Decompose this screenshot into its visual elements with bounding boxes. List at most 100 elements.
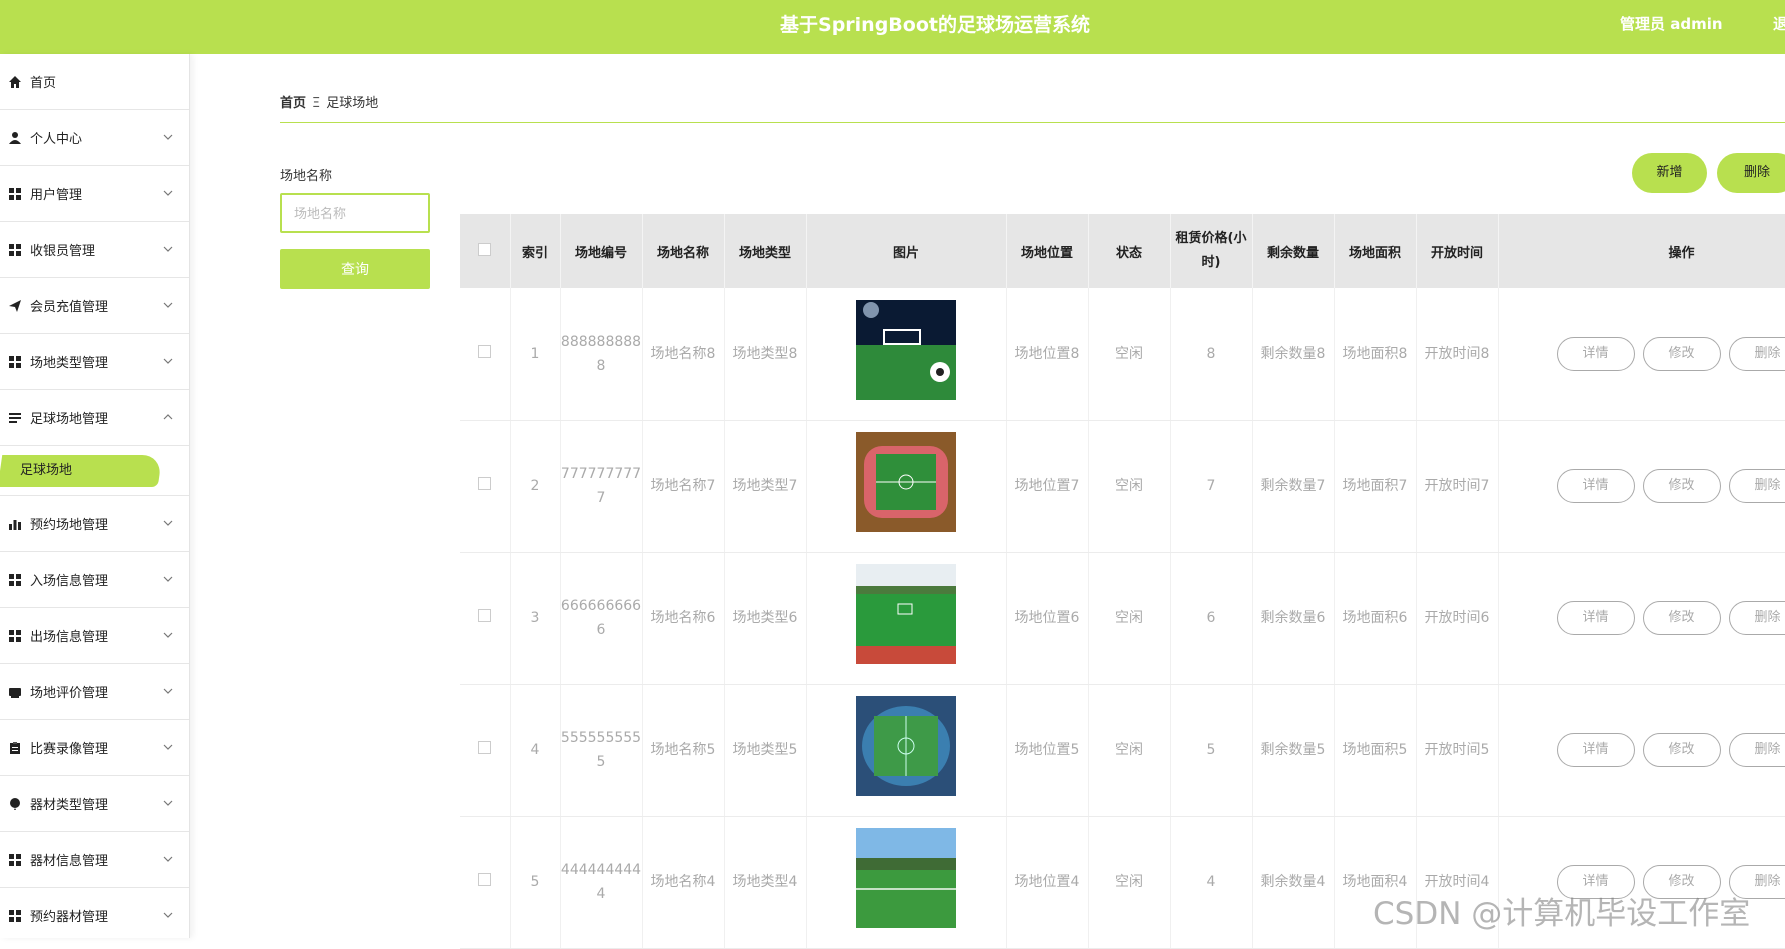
sidebar-item-label: 预约场地管理 [30, 514, 108, 533]
sidebar-item-label: 器材类型管理 [30, 794, 108, 813]
sidebar-item-label: 预约器材管理 [30, 906, 108, 925]
cell-remain: 剩余数量5 [1252, 684, 1334, 816]
cell-type: 场地类型8 [724, 288, 806, 420]
edit-button[interactable]: 修改 [1643, 601, 1721, 635]
cell-open-time: 开放时间6 [1416, 552, 1498, 684]
chevron-down-icon [163, 908, 173, 921]
sidebar-item-10[interactable]: 场地评价管理 [0, 664, 189, 720]
sidebar: 首页个人中心用户管理收银员管理会员充值管理场地类型管理足球场地管理足球场地预约场… [0, 54, 190, 938]
grid-icon [8, 853, 22, 867]
sidebar-item-3[interactable]: 收银员管理 [0, 222, 189, 278]
batch-delete-button[interactable]: 删除 [1717, 153, 1785, 193]
detail-button[interactable]: 详情 [1557, 469, 1635, 503]
edit-button[interactable]: 修改 [1643, 733, 1721, 767]
detail-button[interactable]: 详情 [1557, 733, 1635, 767]
cell-operations: 详情修改删除 [1498, 420, 1785, 552]
sidebar-item-label: 出场信息管理 [30, 626, 108, 645]
detail-button[interactable]: 详情 [1557, 601, 1635, 635]
sidebar-item-label: 首页 [30, 72, 56, 91]
sidebar-item-label: 场地评价管理 [30, 682, 108, 701]
header-image: 图片 [806, 214, 1006, 288]
chevron-down-icon [163, 354, 173, 367]
cell-operations: 详情修改删除 [1498, 288, 1785, 420]
sidebar-item-0[interactable]: 首页 [0, 54, 189, 110]
cell-image [806, 816, 1006, 948]
cell-name: 场地名称8 [642, 288, 724, 420]
detail-button[interactable]: 详情 [1557, 337, 1635, 371]
watermark: CSDN @计算机毕设工作室 [1373, 888, 1750, 933]
venue-image [856, 432, 956, 532]
chevron-down-icon [163, 186, 173, 199]
sidebar-item-label: 入场信息管理 [30, 570, 108, 589]
sidebar-item-5[interactable]: 场地类型管理 [0, 334, 189, 390]
header-operations: 操作 [1498, 214, 1785, 288]
cell-status: 空闲 [1088, 816, 1170, 948]
chevron-up-icon [163, 410, 173, 423]
row-checkbox[interactable] [478, 477, 491, 490]
select-all-cell[interactable] [460, 214, 510, 288]
add-button[interactable]: 新增 [1632, 153, 1707, 193]
row-select-cell[interactable] [460, 288, 510, 420]
cell-name: 场地名称7 [642, 420, 724, 552]
top-bar: 基于SpringBoot的足球场运营系统 管理员 admin 退出 [0, 0, 1785, 54]
row-checkbox[interactable] [478, 609, 491, 622]
venue-name-search-input[interactable] [280, 193, 430, 233]
header-status: 状态 [1088, 214, 1170, 288]
sidebar-item-13[interactable]: 器材信息管理 [0, 832, 189, 888]
cell-code: 4444444444 [560, 816, 642, 948]
breadcrumb-divider [280, 122, 1785, 123]
row-select-cell[interactable] [460, 420, 510, 552]
sidebar-item-14[interactable]: 预约器材管理 [0, 888, 189, 938]
row-checkbox[interactable] [478, 741, 491, 754]
logout-link[interactable]: 退出 [1773, 0, 1785, 48]
sidebar-item-9[interactable]: 出场信息管理 [0, 608, 189, 664]
chevron-down-icon [163, 684, 173, 697]
row-select-cell[interactable] [460, 816, 510, 948]
delete-button[interactable]: 删除 [1729, 469, 1785, 503]
row-checkbox[interactable] [478, 873, 491, 886]
delete-button[interactable]: 删除 [1729, 337, 1785, 371]
keyboard-icon [8, 685, 22, 699]
filter-label: 场地名称 [280, 165, 332, 184]
sidebar-item-label: 收银员管理 [30, 240, 95, 259]
venue-image [856, 828, 956, 928]
cell-image [806, 684, 1006, 816]
select-all-checkbox[interactable] [478, 243, 491, 256]
row-select-cell[interactable] [460, 684, 510, 816]
header-remain: 剩余数量 [1252, 214, 1334, 288]
query-button[interactable]: 查询 [280, 249, 430, 289]
sidebar-item-label: 会员充值管理 [30, 296, 108, 315]
table-row: 27777777777场地名称7场地类型7场地位置7空闲7剩余数量7场地面积7开… [460, 420, 1785, 552]
sidebar-item-label: 场地类型管理 [30, 352, 108, 371]
row-select-cell[interactable] [460, 552, 510, 684]
row-checkbox[interactable] [478, 345, 491, 358]
table-header-row: 索引 场地编号 场地名称 场地类型 图片 场地位置 状态 租赁价格(小时) 剩余… [460, 214, 1785, 288]
cell-image [806, 288, 1006, 420]
cell-open-time: 开放时间5 [1416, 684, 1498, 816]
breadcrumb-home[interactable]: 首页 [280, 96, 306, 111]
cell-index: 4 [510, 684, 560, 816]
sidebar-item-6[interactable]: 足球场地管理 [0, 390, 189, 446]
grid-icon [8, 909, 22, 923]
header-open-time: 开放时间 [1416, 214, 1498, 288]
chevron-down-icon [163, 628, 173, 641]
edit-button[interactable]: 修改 [1643, 337, 1721, 371]
header-index: 索引 [510, 214, 560, 288]
venue-table: 索引 场地编号 场地名称 场地类型 图片 场地位置 状态 租赁价格(小时) 剩余… [460, 214, 1785, 949]
sidebar-item-8[interactable]: 入场信息管理 [0, 552, 189, 608]
delete-button[interactable]: 删除 [1729, 601, 1785, 635]
header-area: 场地面积 [1334, 214, 1416, 288]
sidebar-item-11[interactable]: 比赛录像管理 [0, 720, 189, 776]
edit-button[interactable]: 修改 [1643, 469, 1721, 503]
current-user: 管理员 admin [1620, 0, 1723, 48]
sidebar-item-1[interactable]: 个人中心 [0, 110, 189, 166]
balloon-icon [8, 797, 22, 811]
sidebar-item-4[interactable]: 会员充值管理 [0, 278, 189, 334]
sidebar-item-2[interactable]: 用户管理 [0, 166, 189, 222]
sidebar-subitem-football-field[interactable]: 足球场地 [0, 446, 189, 496]
sidebar-item-12[interactable]: 器材类型管理 [0, 776, 189, 832]
delete-button[interactable]: 删除 [1729, 733, 1785, 767]
cell-status: 空闲 [1088, 552, 1170, 684]
sidebar-item-7[interactable]: 预约场地管理 [0, 496, 189, 552]
header-price: 租赁价格(小时) [1170, 214, 1252, 288]
